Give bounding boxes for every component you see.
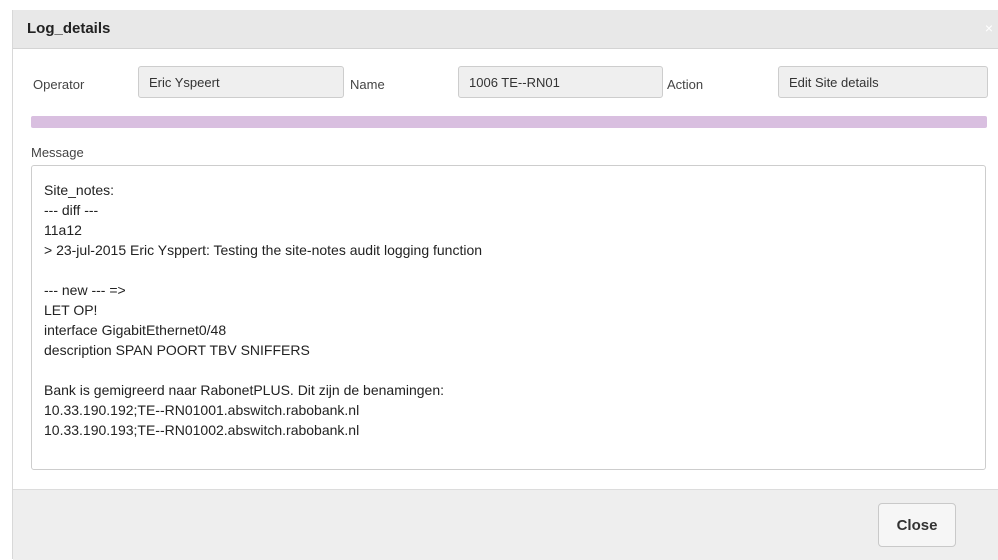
name-label: Name [350, 77, 385, 92]
action-label: Action [667, 77, 704, 92]
message-line: description SPAN POORT TBV SNIFFERS [44, 342, 310, 358]
message-line: LET OP! [44, 302, 98, 318]
message-line: 11a12 [44, 222, 82, 238]
action-field: Edit Site details [778, 66, 988, 98]
message-line: --- diff --- [44, 202, 99, 218]
progress-bar [31, 116, 987, 128]
message-line: interface GigabitEthernet0/48 [44, 322, 227, 338]
message-line: Site_notes: [44, 182, 115, 198]
message-label: Message [31, 145, 84, 160]
message-line [44, 360, 985, 380]
dialog-titlebar: Log_details × [13, 10, 998, 49]
dialog-title: Log_details [27, 20, 111, 37]
message-line: Bank is gemigreerd naar RabonetPLUS. Dit… [44, 382, 445, 398]
message-line: 10.33.190.192;TE--RN01001.abswitch.rabob… [44, 402, 360, 418]
log-details-dialog: Log_details × Operator Eric Yspeert Name… [12, 10, 998, 560]
message-line: 10.33.190.193;TE--RN01002.abswitch.rabob… [44, 422, 360, 438]
operator-field: Eric Yspeert [138, 66, 344, 98]
name-field: 1006 TE--RN01 [458, 66, 663, 98]
message-line: > 23-jul-2015 Eric Ysppert: Testing the … [44, 242, 483, 258]
close-button[interactable]: Close [878, 503, 956, 547]
progress-bar-fill [31, 116, 987, 128]
message-line [44, 260, 985, 280]
message-textarea[interactable]: Site_notes: --- diff --- 11a12 > 23-jul-201… [31, 165, 986, 470]
dialog-footer: Close [13, 489, 998, 560]
message-line: --- new --- => [44, 282, 126, 298]
operator-label: Operator [33, 77, 85, 92]
close-icon[interactable]: × [985, 20, 993, 36]
